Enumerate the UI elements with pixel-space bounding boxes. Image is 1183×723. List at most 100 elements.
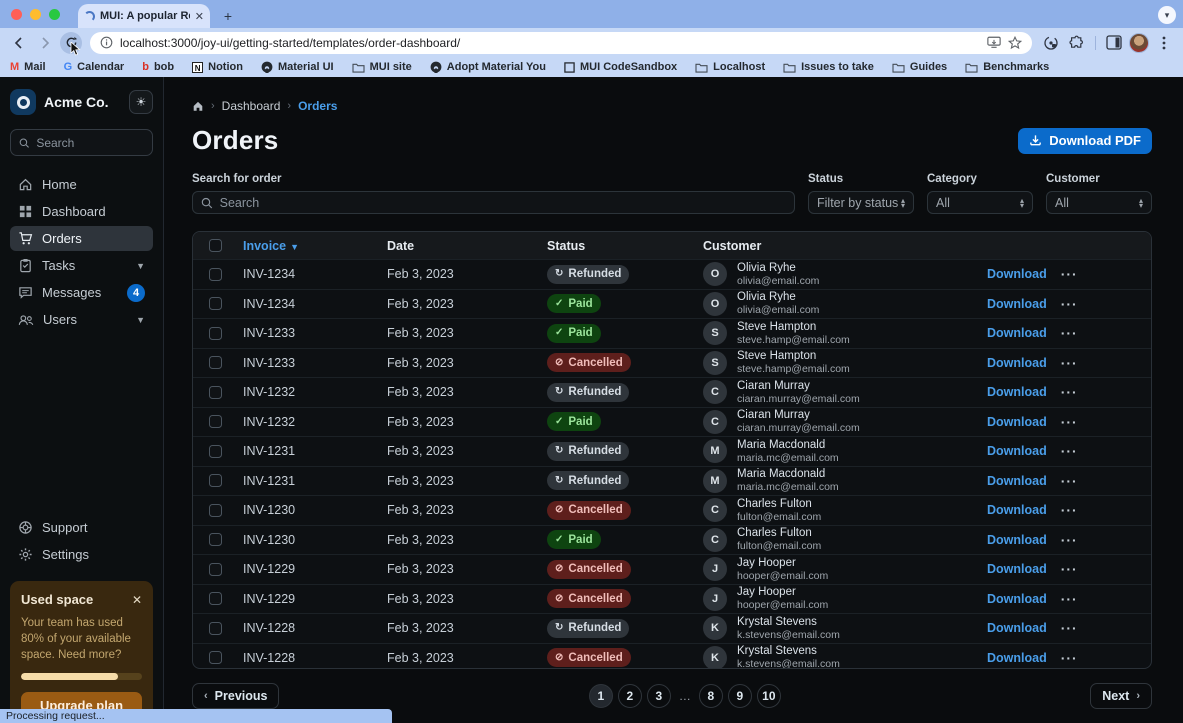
sidebar-search-input[interactable]: [36, 136, 144, 150]
row-checkbox[interactable]: [209, 504, 222, 517]
download-link[interactable]: Download: [987, 533, 1047, 547]
new-tab-button[interactable]: +: [218, 6, 238, 26]
select-all-checkbox[interactable]: [209, 239, 222, 252]
row-checkbox[interactable]: [209, 622, 222, 635]
download-link[interactable]: Download: [987, 385, 1047, 399]
bookmark-item[interactable]: MMail: [10, 61, 46, 73]
bookmark-item[interactable]: MUI site: [352, 61, 412, 73]
row-menu-button[interactable]: ···: [1061, 532, 1078, 548]
tab-search-chevron-icon[interactable]: ▾: [1158, 6, 1176, 24]
row-menu-button[interactable]: ···: [1061, 620, 1078, 636]
row-checkbox[interactable]: [209, 415, 222, 428]
extensions-puzzle-icon[interactable]: [1066, 32, 1088, 54]
bookmark-item[interactable]: Issues to take: [783, 61, 874, 73]
browser-profile-avatar[interactable]: [1129, 33, 1149, 53]
row-menu-button[interactable]: ···: [1061, 502, 1078, 518]
download-link[interactable]: Download: [987, 651, 1047, 665]
sidebar-search[interactable]: [10, 129, 153, 156]
download-link[interactable]: Download: [987, 474, 1047, 488]
sidebar-item-home[interactable]: Home: [10, 172, 153, 197]
download-link[interactable]: Download: [987, 297, 1047, 311]
breadcrumb-dashboard[interactable]: Dashboard: [222, 99, 281, 113]
download-link[interactable]: Download: [987, 267, 1047, 281]
window-controls[interactable]: [11, 9, 60, 20]
row-menu-button[interactable]: ···: [1061, 591, 1078, 607]
forward-button[interactable]: [34, 32, 56, 54]
row-checkbox[interactable]: [209, 563, 222, 576]
password-manager-icon[interactable]: [1040, 32, 1062, 54]
download-link[interactable]: Download: [987, 356, 1047, 370]
sidebar-item-messages[interactable]: Messages4: [10, 280, 153, 305]
home-icon[interactable]: [192, 100, 204, 112]
row-menu-button[interactable]: ···: [1061, 561, 1078, 577]
invoice-header[interactable]: Invoice▼: [237, 239, 381, 253]
download-link[interactable]: Download: [987, 326, 1047, 340]
sidebar-item-settings[interactable]: Settings: [10, 542, 153, 567]
row-menu-button[interactable]: ···: [1061, 414, 1078, 430]
tab-close-icon[interactable]: ✕: [195, 10, 204, 23]
status-filter-select[interactable]: Filter by status ▴▾: [808, 191, 914, 214]
bookmark-item[interactable]: Guides: [892, 61, 947, 73]
browser-menu-icon[interactable]: [1153, 32, 1175, 54]
page-button-8[interactable]: 8: [699, 684, 723, 708]
bookmark-item[interactable]: NNotion: [192, 61, 243, 73]
close-icon[interactable]: ✕: [132, 593, 142, 607]
row-checkbox[interactable]: [209, 327, 222, 340]
download-link[interactable]: Download: [987, 562, 1047, 576]
sidebar-item-orders[interactable]: Orders: [10, 226, 153, 251]
row-checkbox[interactable]: [209, 268, 222, 281]
download-link[interactable]: Download: [987, 444, 1047, 458]
bookmark-item[interactable]: bbob: [142, 61, 174, 73]
order-search-field[interactable]: [192, 191, 795, 214]
row-menu-button[interactable]: ···: [1061, 650, 1078, 666]
install-app-icon[interactable]: [987, 36, 1001, 49]
page-button-1[interactable]: 1: [589, 684, 613, 708]
bookmark-item[interactable]: Adopt Material You: [430, 61, 546, 73]
sidebar-item-tasks[interactable]: Tasks▼: [10, 253, 153, 278]
download-link[interactable]: Download: [987, 621, 1047, 635]
bookmark-item[interactable]: MUI CodeSandbox: [564, 61, 677, 73]
bookmark-item[interactable]: GCalendar: [64, 61, 125, 73]
order-search-input[interactable]: [220, 196, 786, 210]
category-filter-select[interactable]: All ▴▾: [927, 191, 1033, 214]
row-menu-button[interactable]: ···: [1061, 473, 1078, 489]
row-checkbox[interactable]: [209, 356, 222, 369]
row-checkbox[interactable]: [209, 651, 222, 664]
site-info-icon[interactable]: [100, 36, 113, 49]
browser-tab[interactable]: MUI: A popular React UI fram ✕: [78, 4, 210, 28]
next-page-button[interactable]: Next ›: [1090, 683, 1152, 709]
row-checkbox[interactable]: [209, 445, 222, 458]
bookmark-item[interactable]: Benchmarks: [965, 61, 1049, 73]
page-button-9[interactable]: 9: [728, 684, 752, 708]
reload-button[interactable]: [60, 32, 82, 54]
zoom-window-button[interactable]: [49, 9, 60, 20]
minimize-window-button[interactable]: [30, 9, 41, 20]
side-panel-icon[interactable]: [1103, 32, 1125, 54]
bookmark-item[interactable]: Material UI: [261, 61, 334, 73]
row-menu-button[interactable]: ···: [1061, 325, 1078, 341]
theme-toggle-button[interactable]: ☀: [129, 90, 153, 114]
customer-filter-select[interactable]: All ▴▾: [1046, 191, 1152, 214]
download-link[interactable]: Download: [987, 415, 1047, 429]
row-checkbox[interactable]: [209, 592, 222, 605]
row-menu-button[interactable]: ···: [1061, 266, 1078, 282]
page-button-3[interactable]: 3: [647, 684, 671, 708]
row-menu-button[interactable]: ···: [1061, 355, 1078, 371]
row-menu-button[interactable]: ···: [1061, 443, 1078, 459]
back-button[interactable]: [8, 32, 30, 54]
page-button-2[interactable]: 2: [618, 684, 642, 708]
row-checkbox[interactable]: [209, 297, 222, 310]
sidebar-item-dashboard[interactable]: Dashboard: [10, 199, 153, 224]
page-button-10[interactable]: 10: [757, 684, 781, 708]
sidebar-item-users[interactable]: Users▼: [10, 307, 153, 332]
bookmark-star-icon[interactable]: [1008, 36, 1022, 50]
row-menu-button[interactable]: ···: [1061, 296, 1078, 312]
previous-page-button[interactable]: ‹ Previous: [192, 683, 279, 709]
row-checkbox[interactable]: [209, 533, 222, 546]
bookmark-item[interactable]: Localhost: [695, 61, 765, 73]
download-link[interactable]: Download: [987, 592, 1047, 606]
download-pdf-button[interactable]: Download PDF: [1018, 128, 1152, 154]
row-checkbox[interactable]: [209, 386, 222, 399]
address-bar[interactable]: localhost:3000/joy-ui/getting-started/te…: [90, 32, 1032, 54]
close-window-button[interactable]: [11, 9, 22, 20]
